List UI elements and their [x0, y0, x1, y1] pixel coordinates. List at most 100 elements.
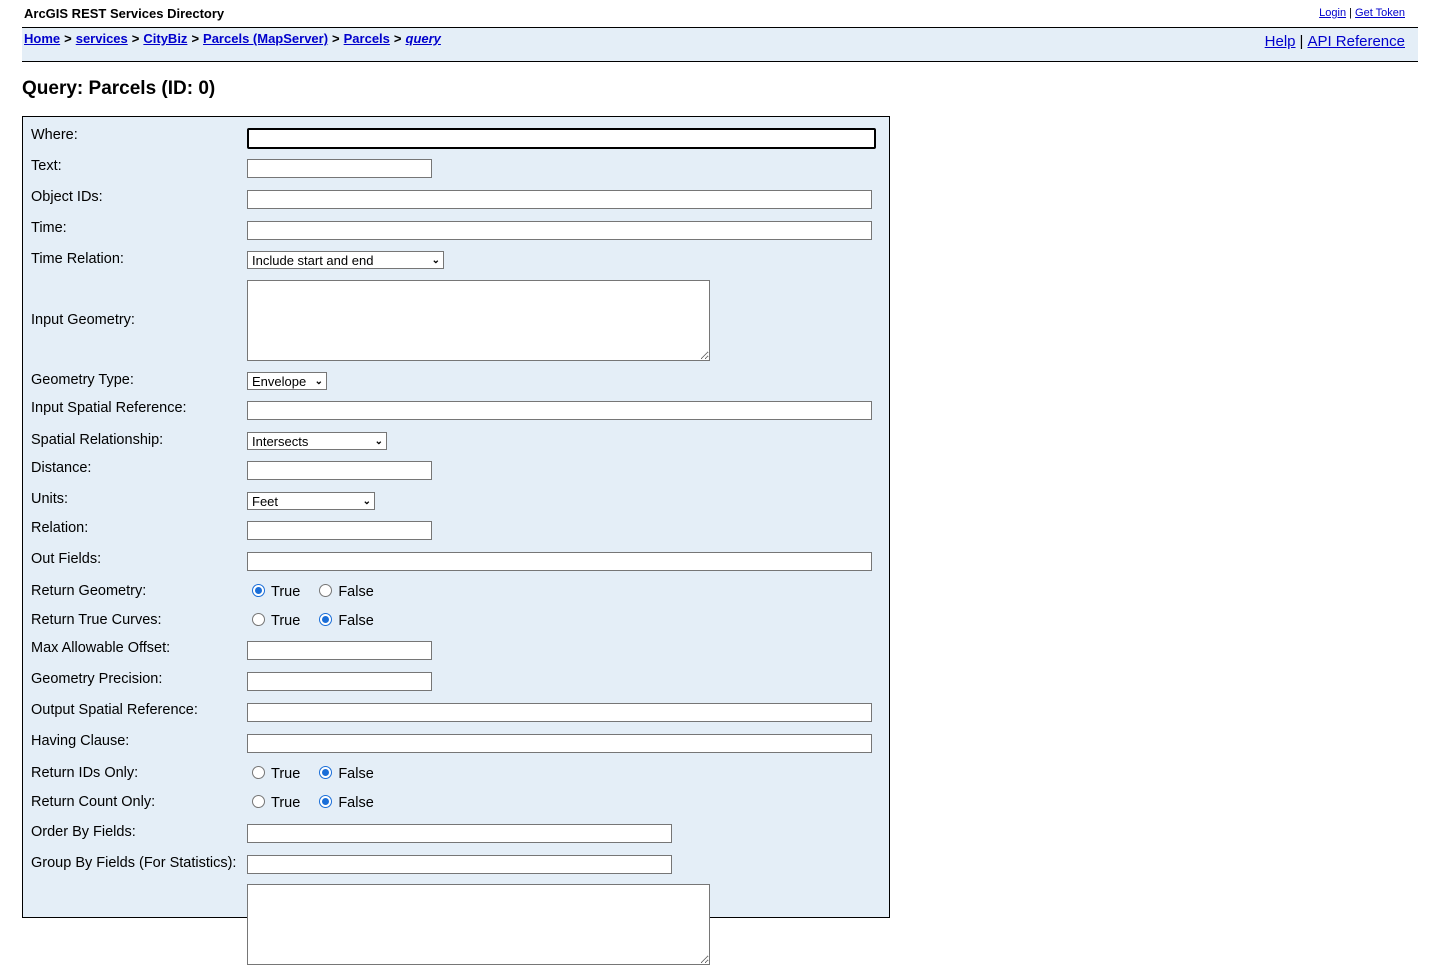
breadcrumb-separator: >	[64, 31, 72, 46]
breadcrumb-query[interactable]: query	[406, 31, 441, 46]
object-ids-label: Object IDs:	[31, 189, 103, 205]
return-count-only-label: Return Count Only:	[31, 794, 156, 810]
return-ids-only-true-radio[interactable]	[252, 766, 265, 779]
row-geometry-type: Geometry Type: Envelope ⌄	[23, 372, 889, 390]
breadcrumb-separator: >	[131, 31, 140, 46]
text-label: Text:	[31, 158, 62, 174]
out-fields-input[interactable]	[247, 552, 872, 571]
distance-input[interactable]	[247, 461, 432, 480]
true-label: True	[271, 766, 301, 782]
input-geometry-textarea[interactable]	[247, 280, 710, 361]
time-relation-label: Time Relation:	[31, 251, 124, 267]
time-relation-value: Include start and end	[252, 253, 374, 268]
help-link[interactable]: Help	[1265, 33, 1296, 50]
breadcrumb-services[interactable]: services	[76, 31, 128, 46]
true-label: True	[271, 795, 301, 811]
group-by-fields-label: Group By Fields (For Statistics):	[31, 855, 237, 871]
having-clause-input[interactable]	[247, 734, 872, 753]
breadcrumb-separator: >	[332, 31, 340, 46]
return-geometry-label: Return Geometry:	[31, 583, 147, 599]
chevron-down-icon: ⌄	[362, 496, 371, 507]
where-label: Where:	[31, 127, 78, 143]
breadcrumb-citybiz[interactable]: CityBiz	[143, 31, 187, 46]
return-ids-only-label: Return IDs Only:	[31, 765, 139, 781]
user-links-separator: |	[1349, 7, 1352, 19]
return-geometry-false-radio[interactable]	[319, 584, 333, 597]
user-bar: ArcGIS REST Services Directory Login | G…	[22, 0, 1418, 28]
max-allowable-offset-label: Max Allowable Offset:	[31, 640, 171, 656]
geometry-precision-label: Geometry Precision:	[31, 671, 163, 687]
units-label: Units:	[31, 491, 69, 507]
spatial-relationship-select[interactable]: Intersects ⌄	[247, 432, 387, 450]
false-label: False	[338, 613, 374, 629]
geometry-type-label: Geometry Type:	[31, 372, 134, 388]
output-spatial-reference-input[interactable]	[247, 703, 872, 722]
true-label: True	[271, 584, 301, 600]
help-links: Help | API Reference	[1265, 33, 1405, 50]
order-by-fields-label: Order By Fields:	[31, 824, 136, 840]
return-true-curves-true-radio[interactable]	[252, 613, 265, 626]
object-ids-input[interactable]	[247, 190, 872, 209]
false-label: False	[338, 766, 374, 782]
row-units: Units: Feet ⌄	[23, 491, 889, 510]
breadcrumb: Home > services > CityBiz > Parcels (MapServer…	[24, 31, 441, 46]
page-title: Query: Parcels (ID: 0)	[22, 78, 216, 99]
return-true-curves-radios: True False	[247, 613, 384, 629]
chevron-down-icon: ⌄	[374, 436, 383, 447]
user-links: Login | Get Token	[1319, 7, 1405, 19]
units-select[interactable]: Feet ⌄	[247, 492, 375, 510]
help-separator: |	[1299, 33, 1304, 50]
return-ids-only-false-radio[interactable]	[319, 766, 333, 779]
return-count-only-true-radio[interactable]	[252, 795, 265, 808]
nav-bar: Home > services > CityBiz > Parcels (MapServer…	[22, 28, 1418, 62]
max-allowable-offset-input[interactable]	[247, 641, 432, 660]
return-ids-only-radios: True False	[247, 766, 384, 782]
geometry-type-value: Envelope	[252, 374, 307, 389]
return-count-only-radios: True False	[247, 795, 384, 811]
return-true-curves-label: Return True Curves:	[31, 612, 162, 628]
time-input[interactable]	[247, 221, 872, 240]
spatial-relationship-value: Intersects	[252, 434, 309, 449]
breadcrumb-parcels[interactable]: Parcels	[344, 31, 390, 46]
get-token-link[interactable]: Get Token	[1355, 7, 1405, 19]
row-spatial-relationship: Spatial Relationship: Intersects ⌄	[23, 432, 889, 450]
order-by-fields-input[interactable]	[247, 824, 672, 843]
breadcrumb-separator: >	[393, 31, 402, 46]
distance-label: Distance:	[31, 460, 92, 476]
return-true-curves-false-radio[interactable]	[319, 613, 333, 626]
spatial-relationship-label: Spatial Relationship:	[31, 432, 164, 448]
geometry-precision-input[interactable]	[247, 672, 432, 691]
out-fields-label: Out Fields:	[31, 551, 102, 567]
relation-input[interactable]	[247, 521, 432, 540]
text-input[interactable]	[247, 159, 432, 178]
row-time-relation: Time Relation: Include start and end ⌄	[23, 251, 889, 269]
breadcrumb-mapserver[interactable]: Parcels (MapServer)	[203, 31, 328, 46]
login-link[interactable]: Login	[1319, 7, 1346, 19]
time-relation-select[interactable]: Include start and end ⌄	[247, 251, 444, 269]
chevron-down-icon: ⌄	[431, 255, 440, 266]
having-clause-label: Having Clause:	[31, 733, 130, 749]
false-label: False	[338, 795, 374, 811]
directory-title: ArcGIS REST Services Directory	[24, 6, 225, 21]
true-label: True	[271, 613, 301, 629]
return-geometry-radios: True False	[247, 584, 384, 600]
input-spatial-reference-label: Input Spatial Reference:	[31, 400, 187, 416]
api-reference-link[interactable]: API Reference	[1307, 33, 1405, 50]
breadcrumb-separator: >	[191, 31, 200, 46]
false-label: False	[338, 584, 374, 600]
breadcrumb-home[interactable]: Home	[24, 31, 60, 46]
output-statistics-textarea[interactable]	[247, 884, 710, 965]
input-spatial-reference-input[interactable]	[247, 401, 872, 420]
group-by-fields-input[interactable]	[247, 855, 672, 874]
query-form: Where: Text: Object IDs: Time: Time Rela…	[22, 116, 890, 965]
where-input[interactable]	[247, 128, 876, 149]
time-label: Time:	[31, 220, 67, 236]
units-value: Feet	[252, 494, 279, 509]
return-count-only-false-radio[interactable]	[319, 795, 333, 808]
relation-label: Relation:	[31, 520, 89, 536]
input-geometry-label: Input Geometry:	[31, 312, 135, 328]
geometry-type-select[interactable]: Envelope ⌄	[247, 372, 327, 390]
return-geometry-true-radio[interactable]	[252, 584, 265, 597]
chevron-down-icon: ⌄	[314, 376, 323, 387]
output-spatial-reference-label: Output Spatial Reference:	[31, 702, 198, 718]
